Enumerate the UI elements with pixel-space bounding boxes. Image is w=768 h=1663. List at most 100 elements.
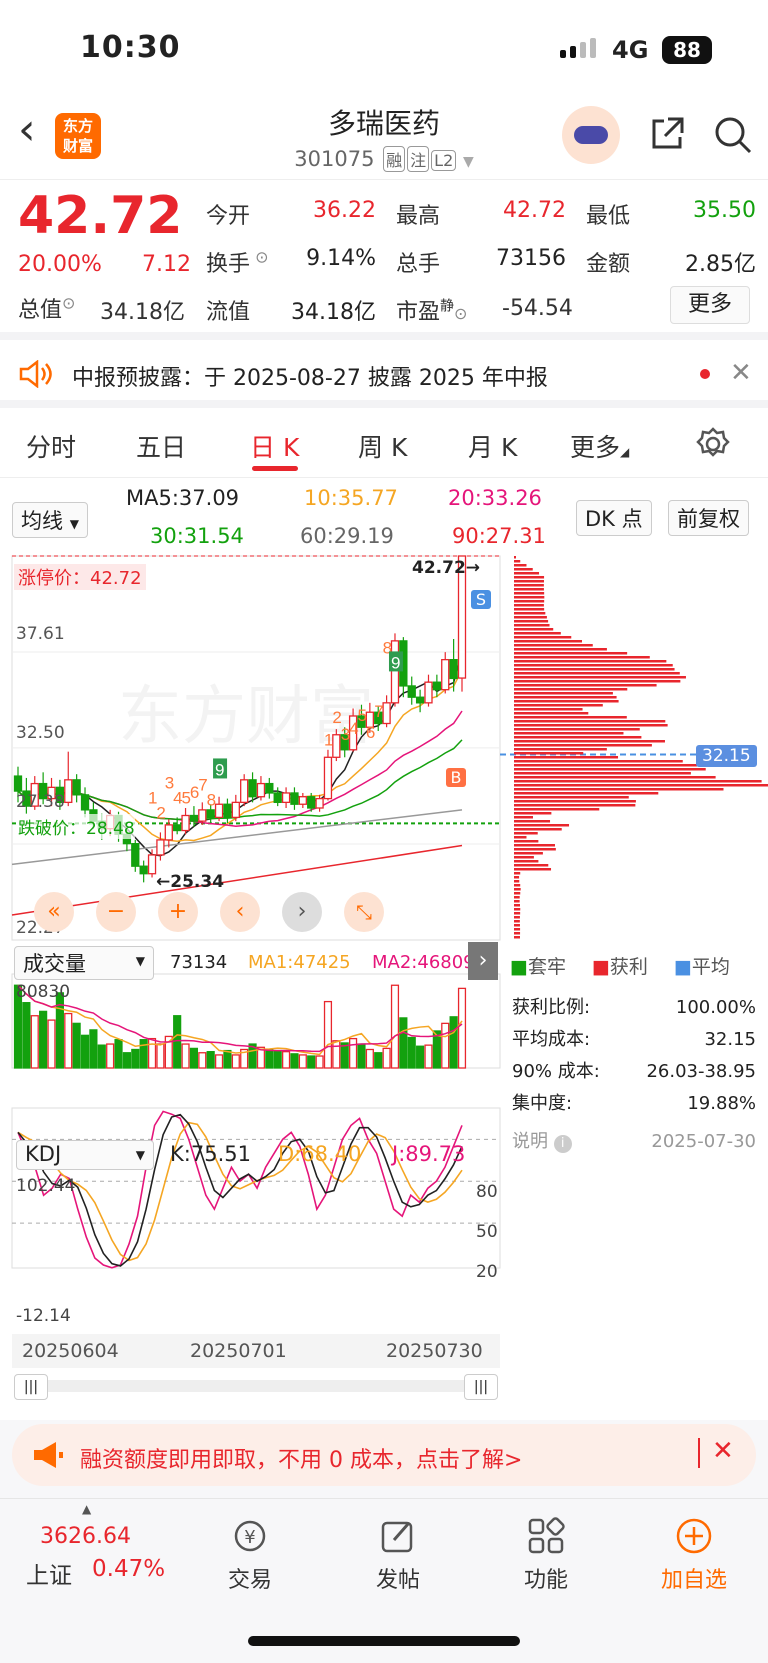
status-time: 10:30 [80,30,181,65]
tab-daily-k[interactable]: 日 K [250,428,299,464]
candle-body [139,865,148,875]
chip-bar [514,660,667,663]
expand-panel-icon[interactable]: › [468,942,498,980]
chip-row: 平均成本: 32.15 [512,1024,756,1056]
chip-bar [514,696,617,699]
share-icon[interactable] [648,115,686,153]
pan-left-icon[interactable]: ‹ [220,892,260,932]
close-icon[interactable]: ✕ [730,358,752,388]
chip-note-row[interactable]: 说明 i 2025-07-30 [512,1126,756,1158]
index-value[interactable]: 3626.64 [40,1524,131,1549]
promo-close-icon[interactable]: ✕ [712,1436,734,1466]
settings-gear-icon[interactable] [695,426,731,462]
megaphone-icon [34,1442,63,1468]
range-handle-left[interactable]: ||| [14,1374,48,1400]
nav-post[interactable]: 发帖 [348,1516,448,1594]
chip-bar [514,812,552,815]
chip-bar [514,860,539,863]
kdj-indicator-select[interactable]: KDJ ▼ [16,1140,154,1170]
fullscreen-icon[interactable]: ⤡ [344,892,384,932]
volume-bar [315,1055,324,1069]
average-cost-label: 32.15 [696,745,757,767]
adjust-mode-button[interactable]: 前复权 [668,500,749,536]
range-scrollbar[interactable] [14,1380,498,1392]
zoom-in-icon[interactable]: + [158,892,198,932]
kdj-line-2 [17,1113,463,1267]
nav-add-watchlist[interactable]: 加自选 [644,1516,744,1594]
low-label: 最低 [586,204,631,229]
volume-bar [72,1022,81,1069]
volume-bar [80,1034,90,1069]
notice-text: 中报预披露：于 2025-08-27 披露 2025 年中报 [72,366,548,391]
index-name[interactable]: 上证 [26,1556,72,1590]
candle-body [449,659,458,680]
chip-bar [514,756,619,759]
volume-bar [281,1051,291,1069]
index-percent[interactable]: 0.47% [92,1556,165,1582]
chip-bar [514,644,593,647]
td-sequence-number: 9 [391,653,400,672]
info-icon[interactable]: ⊙ [250,248,268,267]
change-percent: 20.00% [18,252,102,277]
chip-bar [514,800,636,803]
range-handle-right[interactable]: ||| [464,1374,498,1400]
volume-bar [106,1043,115,1069]
chip-bar [514,896,520,899]
volume-bar [290,1053,299,1069]
td-sequence-number: 1 [324,730,333,749]
td-sequence-number: 7 [374,702,383,721]
nav-functions[interactable]: 功能 [496,1516,596,1594]
change-amount: 7.12 [142,252,191,277]
kdj-d-value: D:68.40 [278,1142,362,1166]
chip-bar [514,772,691,775]
mcap-label-text: 总值 [18,298,63,323]
limit-up-label: 涨停价：42.72 [14,564,146,590]
zoom-out-icon[interactable]: − [96,892,136,932]
chip-bar [514,632,561,635]
tab-weekly-k[interactable]: 周 K [358,428,407,464]
chip-bar [514,568,533,571]
tab-five-day[interactable]: 五日 [136,428,186,464]
min-price-label: ←25.34 [156,872,225,892]
kdj-level-80: 80 [476,1182,498,1202]
candle-body [173,824,182,832]
volume-bar [357,1043,366,1069]
chip-bar [514,628,554,631]
sell-signal-badge[interactable]: S [471,590,491,609]
more-button[interactable]: 更多 [670,286,750,324]
candle-body [323,756,333,800]
pan-right-icon[interactable]: › [282,892,322,932]
candle-body [441,659,450,691]
tab-more[interactable]: 更多◢ [570,428,629,464]
yen-cycle-icon: ¥ [234,1520,266,1552]
grid-apps-icon [528,1517,565,1554]
dk-point-button[interactable]: DK 点 [576,500,652,536]
volume-bar [89,1029,98,1069]
zoom-out-far-icon[interactable]: « [34,892,74,932]
search-icon[interactable] [713,115,753,155]
chip-bar [514,588,544,591]
chip-bar [514,728,640,731]
tab-monthly-k[interactable]: 月 K [468,428,517,464]
candle-body [189,814,199,822]
indicator-select[interactable]: 均线 ▼ [12,502,88,538]
volume-bar [424,1044,433,1069]
turnover-label: 换手 ⊙ [206,246,269,278]
chip-bar [514,680,681,683]
volume-indicator-select[interactable]: 成交量 ▼ [14,946,154,980]
tab-intraday[interactable]: 分时 [26,428,76,464]
chip-bar [514,560,521,563]
info-icon[interactable]: ⊙ [62,294,75,313]
low-value: 35.50 [693,198,756,223]
chip-bar [514,796,629,799]
buy-signal-badge[interactable]: B [446,768,466,787]
nav-trade[interactable]: ¥ 交易 [200,1516,300,1594]
candle-body [424,681,433,704]
robot-assistant-icon[interactable] [562,106,620,164]
kdj-frame [11,1107,501,1269]
nav-post-label: 发帖 [375,1568,420,1593]
info-icon[interactable]: ⊙ [454,304,467,323]
info-icon: i [553,1135,572,1153]
chip-bar [514,572,540,575]
index-up-arrow-icon: ▲ [82,1502,92,1516]
